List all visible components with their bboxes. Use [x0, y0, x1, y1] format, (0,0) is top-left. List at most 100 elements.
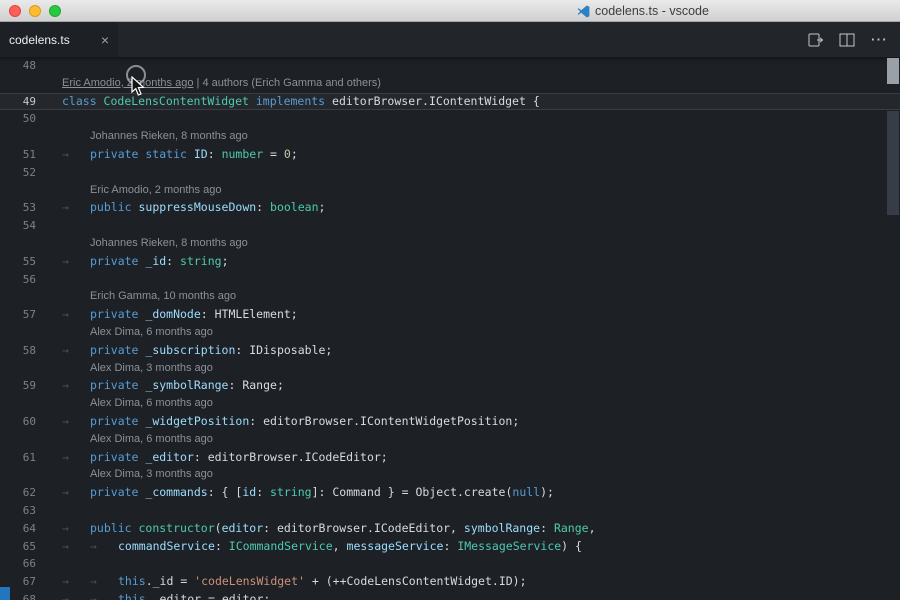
code-token: _commands [145, 485, 207, 499]
traffic-lights [9, 5, 61, 17]
code-line-content: →private static ID: number = 0; [36, 146, 298, 164]
codelens-link[interactable]: Alex Dima, 3 months ago [90, 468, 213, 480]
tab-whitespace-arrow-icon: → [62, 520, 90, 538]
code-token: public [90, 521, 138, 535]
code-token: ICommandService [229, 539, 333, 553]
code-row: 57→private _domNode: HTMLElement; [0, 306, 900, 324]
code-token: ._editor = editor; [146, 592, 271, 600]
line-number: 51 [0, 146, 36, 164]
code-token: : [166, 254, 180, 268]
codelens-link[interactable]: Alex Dima, 3 months ago [90, 362, 213, 374]
code-token: messageService [347, 539, 444, 553]
line-number: 58 [0, 342, 36, 360]
zoom-window-button[interactable] [49, 5, 61, 17]
code-token: _subscription [145, 343, 235, 357]
line-number: 53 [0, 199, 36, 217]
codelens-link[interactable]: Johannes Rieken, 8 months ago [90, 237, 248, 249]
code-row: 62→private _commands: { [id: string]: Co… [0, 484, 900, 502]
bottom-left-accent [0, 587, 10, 600]
code-token: : [256, 485, 270, 499]
code-token: boolean [270, 200, 318, 214]
tab-whitespace-arrow-icon: → [90, 591, 118, 600]
tab-whitespace-arrow-icon: → [62, 484, 90, 502]
codelens-row: Alex Dima, 6 months ago [0, 431, 900, 449]
minimize-window-button[interactable] [29, 5, 41, 17]
codelens-content: Eric Amodio, 2 months ago [36, 182, 221, 200]
tab-codelens-ts[interactable]: codelens.ts × [0, 22, 118, 57]
editor-rows: 48Eric Amodio, 2 months ago | 4 authors … [0, 57, 900, 600]
code-token: _domNode [145, 307, 200, 321]
codelens-link[interactable]: Eric Amodio, 2 months ago [90, 184, 221, 196]
code-token: private [90, 414, 145, 428]
codelens-content: Alex Dima, 6 months ago [36, 431, 213, 449]
code-line-content [36, 164, 62, 182]
codelens-row: Eric Amodio, 2 months ago [0, 182, 900, 200]
tab-whitespace-arrow-icon: → [90, 538, 118, 556]
line-number: 57 [0, 306, 36, 324]
code-token: this [118, 574, 146, 588]
code-token: 0 [284, 147, 291, 161]
line-number: 66 [0, 555, 36, 573]
more-actions-icon[interactable]: ⋯ [870, 30, 888, 50]
codelens-link[interactable]: Johannes Rieken, 8 months ago [90, 130, 248, 142]
tab-bar: codelens.ts × ⋯ [0, 22, 900, 57]
codelens-content: Alex Dima, 3 months ago [36, 360, 213, 378]
tab-whitespace-arrow-icon: → [90, 573, 118, 591]
line-number [0, 288, 36, 306]
code-token: : { [ [208, 485, 243, 499]
code-token: commandService [118, 539, 215, 553]
code-token: private static [90, 147, 194, 161]
line-number: 65 [0, 538, 36, 556]
scrollbar-thumb[interactable] [887, 58, 899, 84]
open-changes-icon[interactable] [808, 33, 824, 47]
code-row: 65→→commandService: ICommandService, mes… [0, 538, 900, 556]
code-row: 60→private _widgetPosition: editorBrowse… [0, 413, 900, 431]
line-number [0, 75, 36, 93]
code-line-content: →public constructor(editor: editorBrowse… [36, 520, 596, 538]
codelens-content: Alex Dima, 3 months ago [36, 466, 213, 484]
tab-whitespace-arrow-icon: → [62, 146, 90, 164]
line-number: 64 [0, 520, 36, 538]
code-line-content [36, 555, 62, 573]
codelens-content: Johannes Rieken, 8 months ago [36, 128, 248, 146]
codelens-row: Alex Dima, 3 months ago [0, 360, 900, 378]
codelens-link[interactable]: Erich Gamma, 10 months ago [90, 290, 236, 302]
codelens-content: Erich Gamma, 10 months ago [36, 288, 236, 306]
code-token: class [62, 94, 104, 108]
code-token: private [90, 254, 145, 268]
code-token: editor [222, 521, 264, 535]
tab-close-icon[interactable]: × [101, 33, 109, 47]
codelens-link[interactable]: Alex Dima, 6 months ago [90, 433, 213, 445]
code-token: ]: Command } = Object.create( [312, 485, 513, 499]
codelens-row: Johannes Rieken, 8 months ago [0, 235, 900, 253]
split-editor-icon[interactable] [839, 33, 855, 47]
code-line-content: class CodeLensContentWidget implements e… [36, 93, 540, 111]
line-number: 59 [0, 377, 36, 395]
line-number [0, 360, 36, 378]
line-number: 60 [0, 413, 36, 431]
code-line-content: →private _widgetPosition: editorBrowser.… [36, 413, 519, 431]
code-token: , [589, 521, 596, 535]
code-token: private [90, 343, 145, 357]
code-token: , [333, 539, 347, 553]
code-editor[interactable]: 48Eric Amodio, 2 months ago | 4 authors … [0, 57, 900, 600]
codelens-link[interactable]: Alex Dima, 6 months ago [90, 397, 213, 409]
codelens-text: | 4 authors (Erich Gamma and others) [193, 77, 381, 89]
title-bar[interactable]: codelens.ts - vscode [0, 0, 900, 22]
line-number [0, 324, 36, 342]
line-number: 56 [0, 271, 36, 289]
line-number: 54 [0, 217, 36, 235]
code-line-content [36, 271, 62, 289]
code-token: ) { [561, 539, 582, 553]
tab-whitespace-arrow-icon: → [62, 413, 90, 431]
close-window-button[interactable] [9, 5, 21, 17]
code-token: ); [540, 485, 554, 499]
code-row: 51→private static ID: number = 0; [0, 146, 900, 164]
code-row: 66 [0, 555, 900, 573]
codelens-link[interactable]: Alex Dima, 6 months ago [90, 326, 213, 338]
code-token: constructor [138, 521, 214, 535]
code-token: : [443, 539, 457, 553]
code-row: 64→public constructor(editor: editorBrow… [0, 520, 900, 538]
tab-whitespace-arrow-icon: → [62, 449, 90, 467]
code-token: _symbolRange [145, 378, 228, 392]
